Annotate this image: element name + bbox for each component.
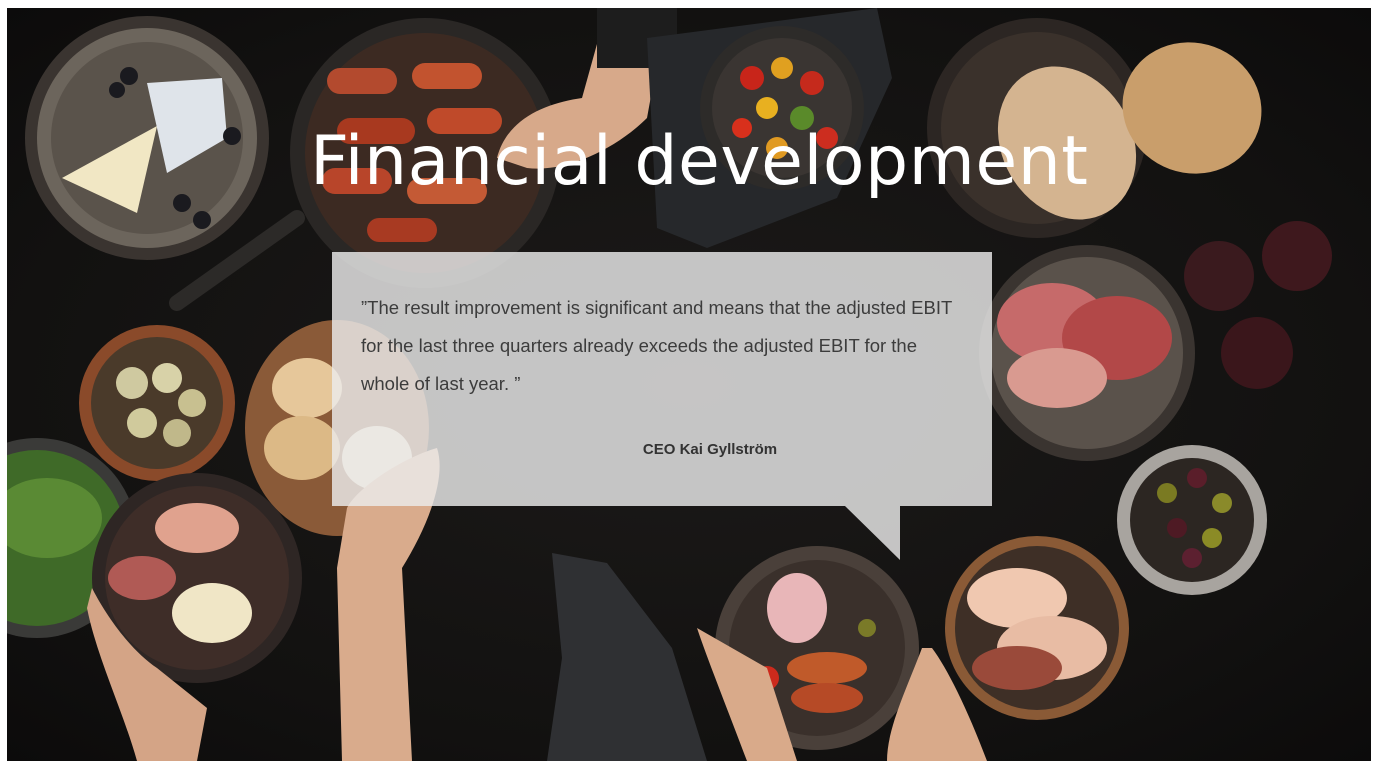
- speech-bubble-tail: [845, 506, 900, 560]
- olive-bowl: [1117, 445, 1267, 595]
- cheese-plate: [25, 16, 269, 260]
- ham-plate-bottom: [945, 536, 1129, 720]
- ham-plate: [979, 245, 1195, 461]
- ceo-quote: ”The result improvement is significant a…: [361, 297, 952, 394]
- artichoke-bowl: [79, 325, 235, 481]
- wine-glasses: [1184, 221, 1332, 389]
- napkin-bottom: [547, 553, 707, 761]
- slide-title: Financial development: [310, 122, 1089, 201]
- quote-author: CEO Kai Gyllström: [642, 441, 778, 458]
